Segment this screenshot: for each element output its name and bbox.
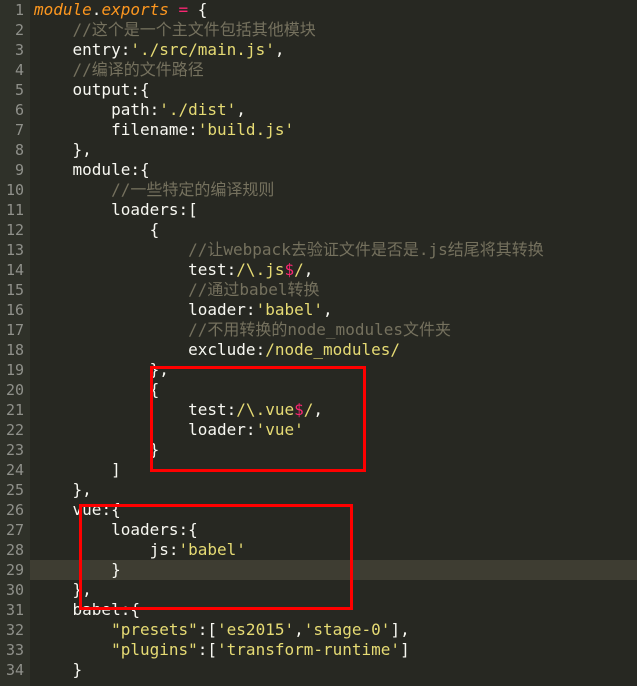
line-number-gutter: 1234567891011121314151617181920212223242… — [0, 0, 30, 686]
line-number: 18 — [4, 340, 24, 360]
line-number: 16 — [4, 300, 24, 320]
code-line[interactable]: }, — [30, 580, 637, 600]
code-line[interactable]: loader:'babel', — [30, 300, 637, 320]
code-line[interactable]: "presets":['es2015','stage-0'], — [30, 620, 637, 640]
line-number: 3 — [4, 40, 24, 60]
code-line[interactable]: module:{ — [30, 160, 637, 180]
code-line[interactable]: //编译的文件路径 — [30, 60, 637, 80]
code-line[interactable]: }, — [30, 360, 637, 380]
code-line[interactable]: vue:{ — [30, 500, 637, 520]
line-number: 24 — [4, 460, 24, 480]
code-line[interactable]: output:{ — [30, 80, 637, 100]
line-number: 12 — [4, 220, 24, 240]
code-line[interactable]: js:'babel' — [30, 540, 637, 560]
line-number: 7 — [4, 120, 24, 140]
line-number: 4 — [4, 60, 24, 80]
line-number: 9 — [4, 160, 24, 180]
line-number: 33 — [4, 640, 24, 660]
line-number: 13 — [4, 240, 24, 260]
line-number: 27 — [4, 520, 24, 540]
line-number: 5 — [4, 80, 24, 100]
line-number: 15 — [4, 280, 24, 300]
line-number: 30 — [4, 580, 24, 600]
line-number: 23 — [4, 440, 24, 460]
code-line[interactable]: filename:'build.js' — [30, 120, 637, 140]
code-line[interactable]: exclude:/node_modules/ — [30, 340, 637, 360]
line-number: 29 — [4, 560, 24, 580]
line-number: 31 — [4, 600, 24, 620]
code-editor[interactable]: 1234567891011121314151617181920212223242… — [0, 0, 637, 686]
code-line[interactable]: } — [30, 660, 637, 680]
line-number: 28 — [4, 540, 24, 560]
line-number: 2 — [4, 20, 24, 40]
code-line[interactable]: loaders:[ — [30, 200, 637, 220]
code-line[interactable]: //这个是一个主文件包括其他模块 — [30, 20, 637, 40]
code-line[interactable]: //不用转换的node_modules文件夹 — [30, 320, 637, 340]
line-number: 14 — [4, 260, 24, 280]
line-number: 25 — [4, 480, 24, 500]
line-number: 21 — [4, 400, 24, 420]
line-number: 19 — [4, 360, 24, 380]
code-line[interactable]: } — [30, 440, 637, 460]
code-line[interactable]: }, — [30, 480, 637, 500]
code-line[interactable]: module.exports = { — [30, 0, 637, 20]
code-line[interactable]: "plugins":['transform-runtime'] — [30, 640, 637, 660]
code-line[interactable]: loaders:{ — [30, 520, 637, 540]
code-line[interactable]: { — [30, 380, 637, 400]
code-area[interactable]: module.exports = { //这个是一个主文件包括其他模块 entr… — [30, 0, 637, 686]
code-line[interactable]: //一些特定的编译规则 — [30, 180, 637, 200]
code-line[interactable]: test:/\.js$/, — [30, 260, 637, 280]
code-line[interactable]: path:'./dist', — [30, 100, 637, 120]
code-line[interactable]: //让webpack去验证文件是否是.js结尾将其转换 — [30, 240, 637, 260]
line-number: 8 — [4, 140, 24, 160]
line-number: 20 — [4, 380, 24, 400]
code-line[interactable]: loader:'vue' — [30, 420, 637, 440]
line-number: 32 — [4, 620, 24, 640]
line-number: 1 — [4, 0, 24, 20]
code-line[interactable]: }, — [30, 140, 637, 160]
code-line[interactable]: ] — [30, 460, 637, 480]
code-line[interactable]: test:/\.vue$/, — [30, 400, 637, 420]
code-line[interactable]: entry:'./src/main.js', — [30, 40, 637, 60]
code-line[interactable]: //通过babel转换 — [30, 280, 637, 300]
line-number: 10 — [4, 180, 24, 200]
line-number: 17 — [4, 320, 24, 340]
code-line[interactable]: } — [30, 560, 637, 580]
line-number: 6 — [4, 100, 24, 120]
line-number: 26 — [4, 500, 24, 520]
line-number: 11 — [4, 200, 24, 220]
line-number: 22 — [4, 420, 24, 440]
code-line[interactable]: { — [30, 220, 637, 240]
code-line[interactable]: babel:{ — [30, 600, 637, 620]
line-number: 34 — [4, 660, 24, 680]
